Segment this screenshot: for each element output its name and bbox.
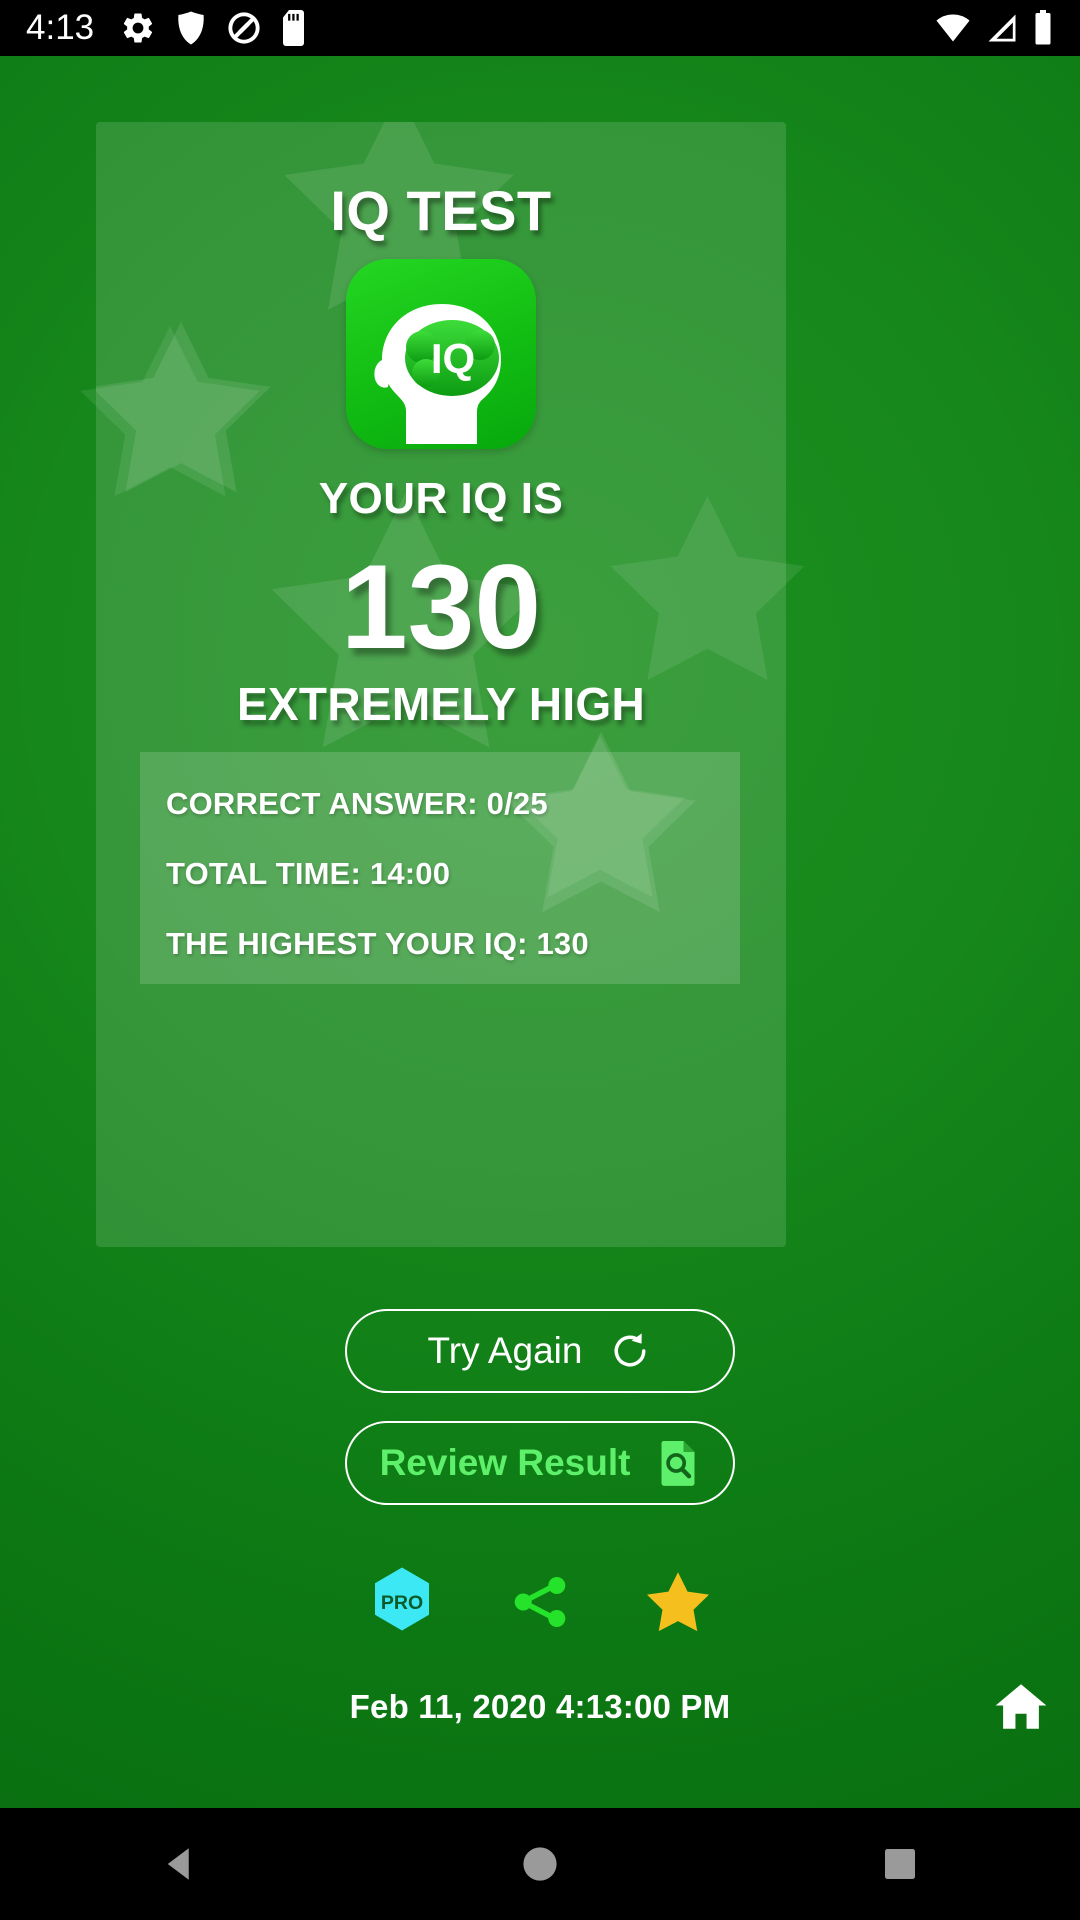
stat-total-time: TOTAL TIME: 14:00 xyxy=(166,856,451,891)
svg-text:IQ: IQ xyxy=(431,335,475,382)
status-bar: 4:13 xyxy=(0,0,1080,56)
app-icon: IQ xyxy=(346,259,536,449)
gear-icon xyxy=(120,10,156,46)
star-icon xyxy=(647,1572,709,1632)
home-icon xyxy=(992,1678,1050,1736)
refresh-icon xyxy=(608,1329,652,1373)
phone-screen: 4:13 IQ TEST IQ YOUR IQ IS 130 EXTREMELY… xyxy=(0,0,1080,1920)
app-content-area: IQ TEST IQ YOUR IQ IS 130 EXTREMELY HIGH… xyxy=(0,56,1080,1808)
try-again-button[interactable]: Try Again xyxy=(345,1309,735,1393)
share-icon xyxy=(509,1571,571,1633)
status-bar-system-icons xyxy=(934,10,1054,46)
back-triangle-icon xyxy=(159,1843,201,1885)
result-card: IQ TEST IQ YOUR IQ IS 130 EXTREMELY HIGH… xyxy=(96,122,786,1247)
action-icon-row: PRO xyxy=(0,1562,1080,1642)
stat-highest-iq: THE HIGHEST YOUR IQ: 130 xyxy=(166,926,589,961)
iq-score-value: 130 xyxy=(340,540,542,674)
iq-rating-label: EXTREMELY HIGH xyxy=(236,678,646,730)
recents-square-icon xyxy=(880,1844,920,1884)
home-button[interactable] xyxy=(990,1676,1052,1738)
cellular-signal-icon xyxy=(984,10,1020,46)
shield-icon xyxy=(176,10,206,46)
result-timestamp: Feb 11, 2020 4:13:00 PM xyxy=(349,1688,731,1725)
nav-home-button[interactable] xyxy=(480,1808,600,1920)
try-again-label: Try Again xyxy=(427,1330,583,1371)
your-iq-label: YOUR IQ IS xyxy=(318,474,564,523)
home-circle-icon xyxy=(519,1843,561,1885)
pro-hexagon-icon: PRO xyxy=(369,1566,435,1638)
page-title: IQ TEST xyxy=(330,179,552,242)
share-button[interactable] xyxy=(500,1562,580,1642)
status-bar-clock: 4:13 xyxy=(26,8,95,47)
android-navigation-bar xyxy=(0,1808,1080,1920)
stat-correct-answer: CORRECT ANSWER: 0/25 xyxy=(166,786,548,821)
stats-panel: CORRECT ANSWER: 0/25 TOTAL TIME: 14:00 T… xyxy=(140,752,740,984)
review-result-label: Review Result xyxy=(379,1442,631,1483)
wifi-icon xyxy=(934,10,972,46)
svg-text:PRO: PRO xyxy=(381,1592,423,1614)
nav-recents-button[interactable] xyxy=(840,1808,960,1920)
sd-card-icon xyxy=(282,10,308,46)
review-result-button[interactable]: Review Result xyxy=(345,1421,735,1505)
status-bar-notification-icons xyxy=(120,10,308,46)
rate-star-button[interactable] xyxy=(638,1562,718,1642)
pro-badge-button[interactable]: PRO xyxy=(362,1562,442,1642)
document-search-icon xyxy=(656,1439,700,1487)
battery-icon xyxy=(1032,10,1054,46)
nav-back-button[interactable] xyxy=(120,1808,240,1920)
do-not-disturb-icon xyxy=(226,10,262,46)
